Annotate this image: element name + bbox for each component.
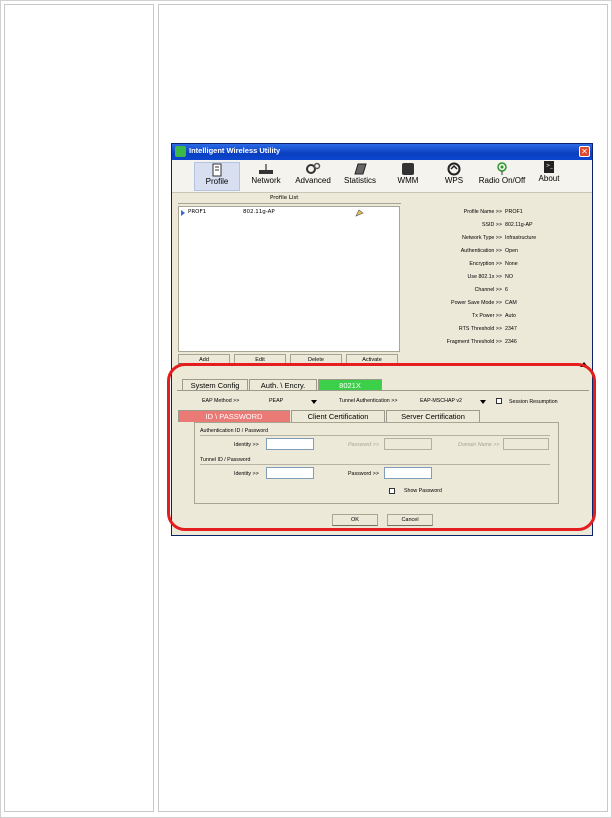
profile-ssid: 802.11g-AP [243, 209, 275, 215]
signal-hand-icon [355, 209, 364, 217]
tunnel-password-label: Password >> [348, 471, 379, 477]
tab-id-password[interactable]: ID \ PASSWORD [178, 410, 290, 422]
eap-method-label: EAP Method >> [202, 398, 240, 404]
toolbar-network-button[interactable]: Network [246, 162, 286, 191]
app-window: Intelligent Wireless Utility ✕ Profile N… [171, 143, 593, 536]
cancel-button[interactable]: Cancel [387, 514, 433, 526]
toolbar-label: Network [251, 176, 281, 185]
profile-list-header: Profile List [178, 195, 401, 204]
activate-button[interactable]: Activate [346, 354, 398, 364]
domain-name-label: Domain Name >> [458, 442, 500, 448]
ok-button[interactable]: OK [332, 514, 378, 526]
toolbar-label: Profile [205, 177, 229, 186]
tab-server-certification[interactable]: Server Certification [386, 410, 480, 422]
tunnel-identity-label: Identity >> [234, 471, 259, 477]
statistics-icon [354, 163, 367, 175]
toolbar-about-button[interactable]: >_ About [534, 160, 564, 189]
left-column [4, 4, 154, 812]
tab-8021x[interactable]: 8021X [318, 379, 382, 390]
toolbar-wps-button[interactable]: WPS [440, 162, 468, 191]
wmm-icon [402, 163, 414, 175]
toolbar-statistics-button[interactable]: Statistics [340, 162, 380, 191]
domain-name-input[interactable] [503, 438, 549, 450]
tab-auth-encry[interactable]: Auth. \ Encry. [249, 379, 317, 390]
tunnel-identity-input[interactable] [266, 467, 314, 479]
session-resumption-checkbox[interactable] [496, 398, 502, 404]
toolbar-advanced-button[interactable]: Advanced [292, 162, 334, 191]
auth-group-title: Authentication ID / Password [200, 428, 269, 434]
auth-password-label: Password >> [348, 442, 379, 448]
about-icon: >_ [544, 161, 554, 173]
chevron-down-icon[interactable] [311, 400, 317, 404]
window-title: Intelligent Wireless Utility [189, 146, 281, 155]
tab-system-config[interactable]: System Config [182, 379, 248, 390]
show-password-label: Show Password [404, 488, 442, 494]
toolbar-label: Statistics [343, 176, 376, 185]
tunnel-password-input[interactable] [384, 467, 432, 479]
toolbar-profile-button[interactable]: Profile [194, 162, 240, 191]
collapse-arrow-icon[interactable] [580, 362, 588, 367]
close-button[interactable]: ✕ [579, 146, 590, 157]
delete-button[interactable]: Delete [290, 354, 342, 364]
advanced-icon [306, 162, 321, 174]
tunnel-group-title: Tunnel ID / Password [200, 457, 251, 463]
group-divider [200, 435, 550, 436]
active-profile-icon [181, 210, 185, 216]
tab-divider [177, 390, 589, 391]
toolbar-label: WMM [397, 176, 419, 185]
auth-password-input[interactable] [384, 438, 432, 450]
toolbar-wmm-button[interactable]: WMM [392, 162, 424, 191]
group-divider [200, 464, 550, 465]
show-password-checkbox[interactable] [389, 488, 395, 494]
toolbar-radio-button[interactable]: Radio On/Off [476, 162, 528, 191]
toolbar-label: Advanced [295, 176, 331, 185]
auth-identity-label: Identity >> [234, 442, 259, 448]
svg-text:>_: >_ [546, 163, 553, 169]
network-icon [259, 164, 273, 174]
toolbar-label: WPS [444, 176, 464, 185]
add-button[interactable]: Add [178, 354, 230, 364]
tunnel-auth-label: Tunnel Authentication >> [339, 398, 398, 404]
title-bar[interactable]: Intelligent Wireless Utility ✕ [172, 144, 592, 160]
app-icon [175, 146, 186, 157]
toolbar-label: Radio On/Off [478, 176, 526, 185]
list-item[interactable]: PROF1 802.11g-AP [179, 209, 397, 217]
profile-list[interactable]: PROF1 802.11g-AP [178, 206, 400, 352]
edit-button[interactable]: Edit [234, 354, 286, 364]
toolbar-label: About [538, 174, 560, 183]
session-resumption-label: Session Resumption [509, 399, 558, 405]
wps-icon [447, 162, 461, 176]
eap-method-select[interactable]: PEAP [269, 398, 283, 404]
auth-identity-input[interactable] [266, 438, 314, 450]
toolbar: Profile Network Advanced Statistics WMM … [172, 160, 592, 193]
radio-icon [497, 162, 507, 175]
profile-name: PROF1 [188, 209, 207, 215]
tab-client-certification[interactable]: Client Certification [291, 410, 385, 422]
chevron-down-icon[interactable] [480, 400, 486, 404]
tunnel-auth-select[interactable]: EAP-MSCHAP v2 [420, 398, 462, 404]
profile-list-title: Profile List [268, 195, 301, 201]
profile-icon [212, 163, 222, 177]
